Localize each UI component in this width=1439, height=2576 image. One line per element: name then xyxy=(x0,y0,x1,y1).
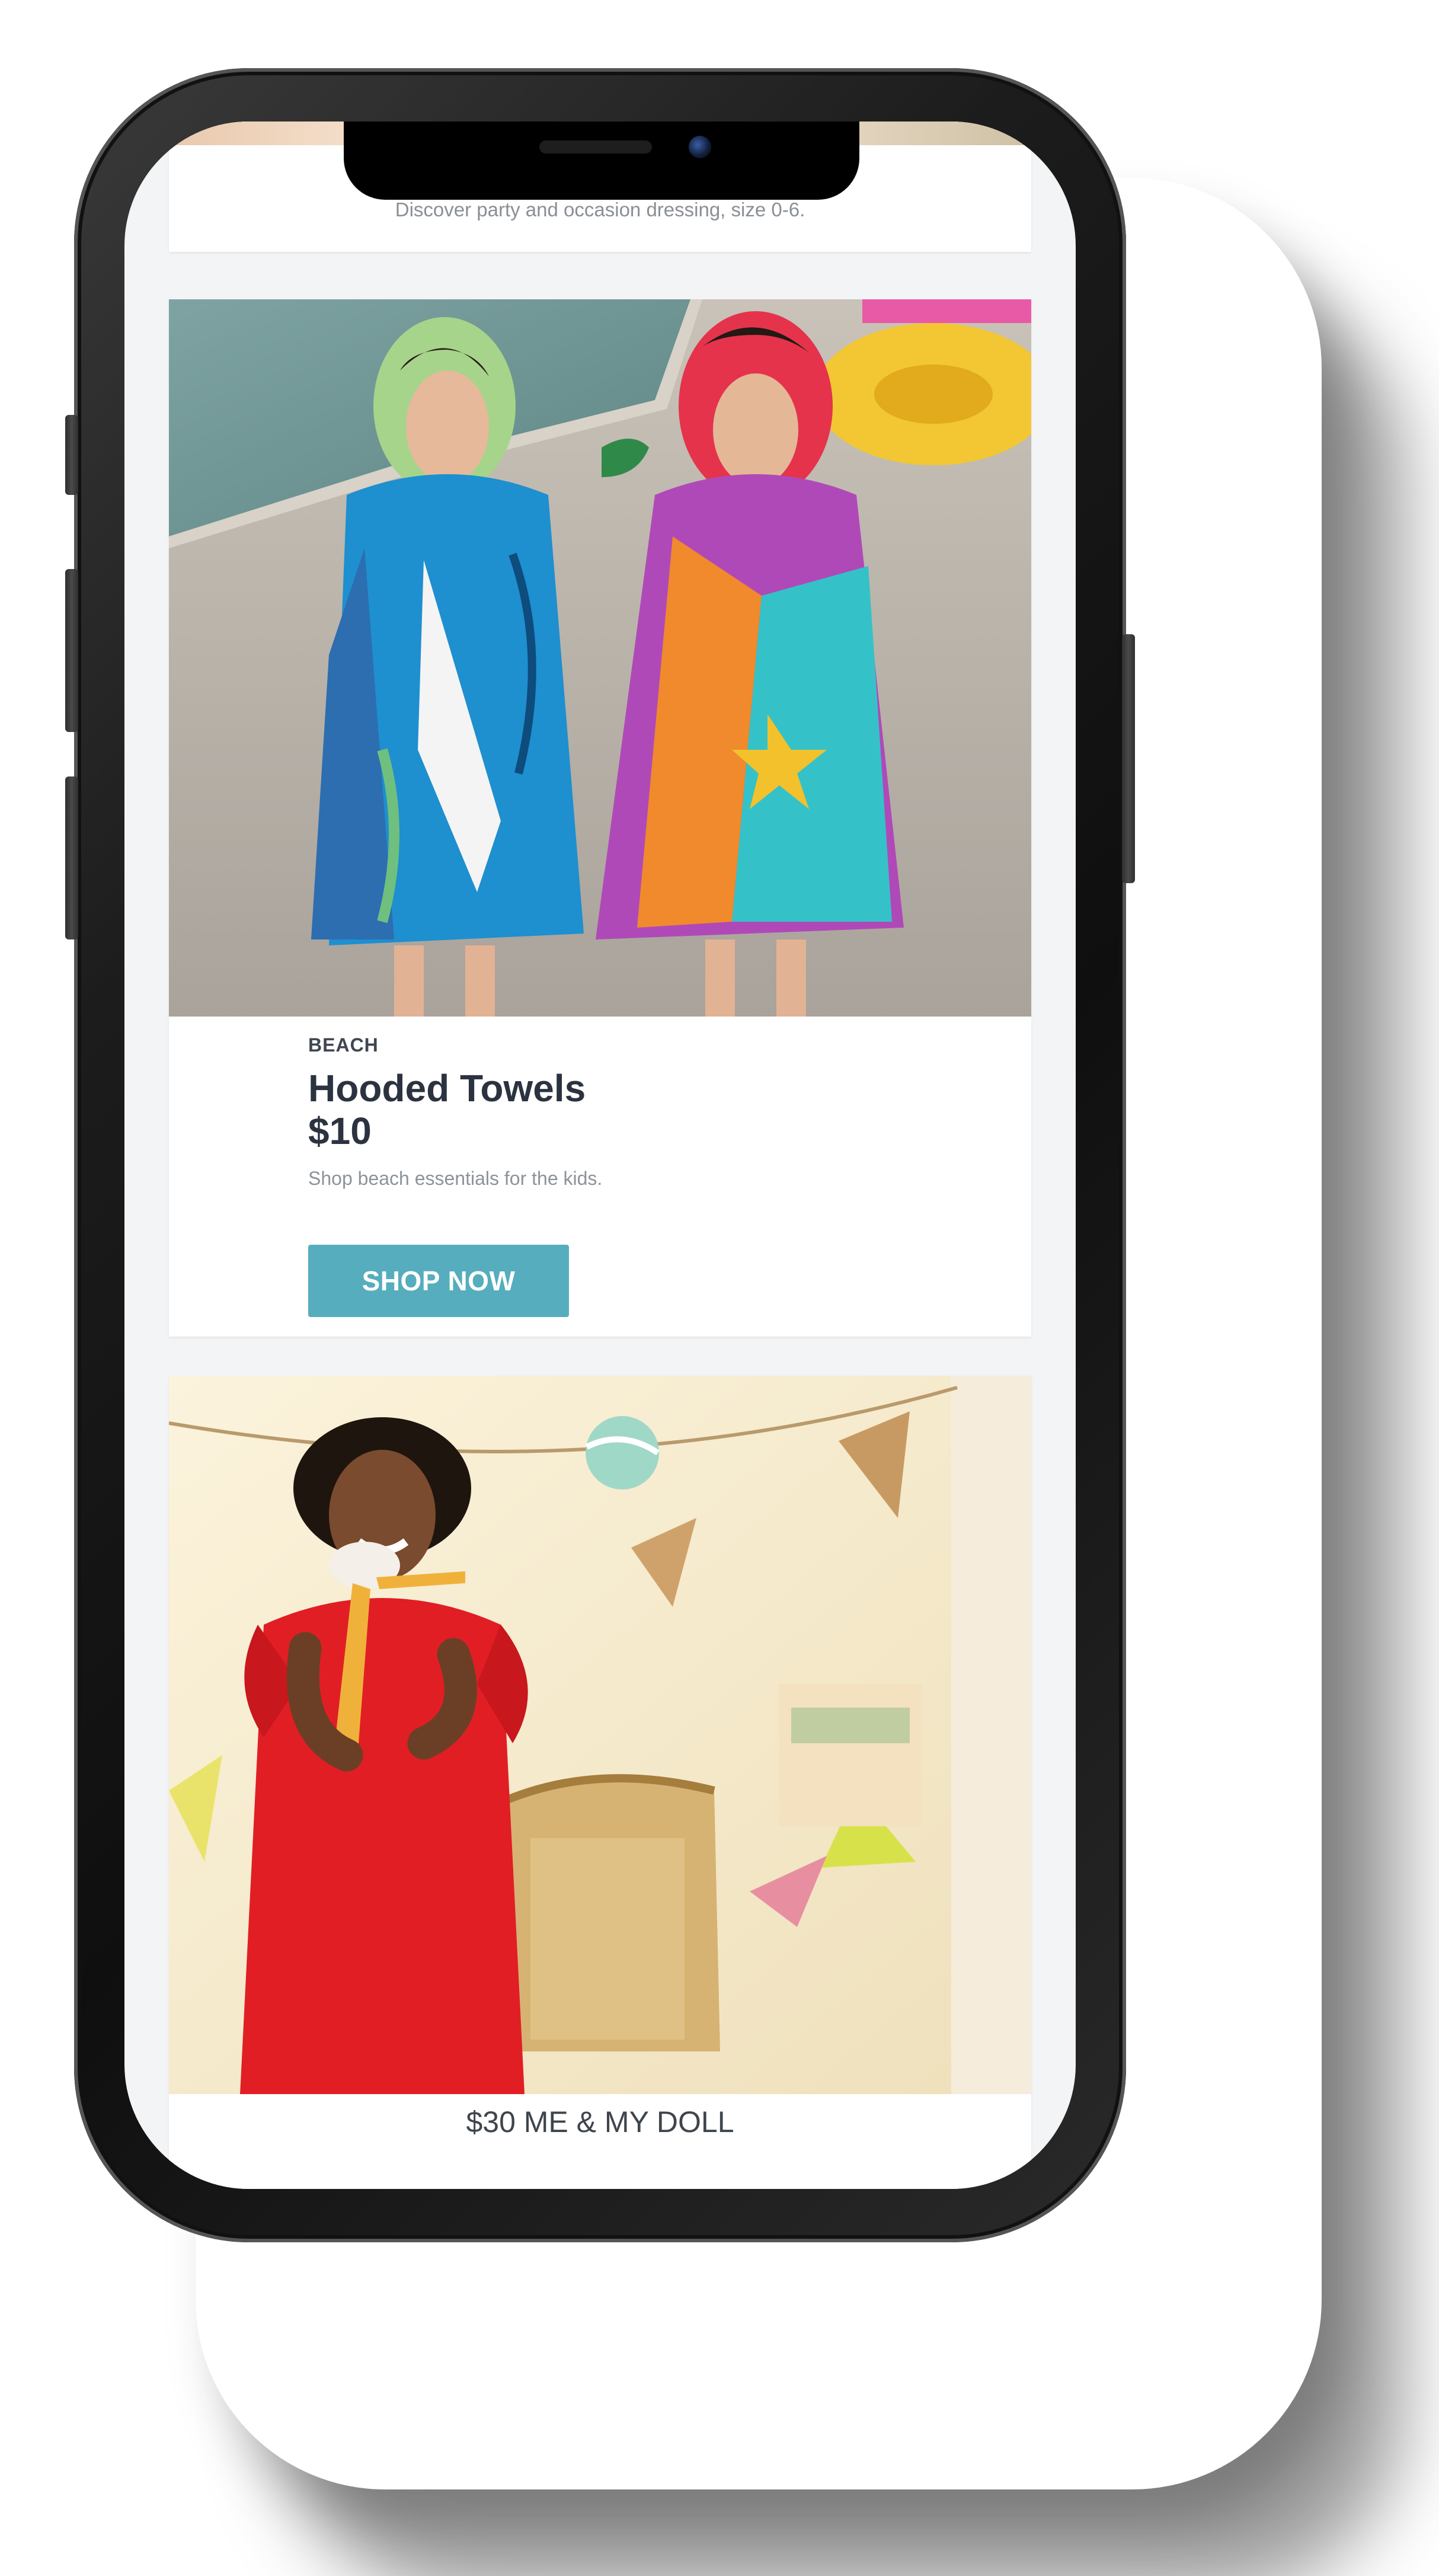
hooded-towels-card: BEACH Hooded Towels $10 Shop beach essen… xyxy=(169,299,1031,1337)
me-and-my-doll-card: $30 ME & MY DOLL xyxy=(169,1376,1031,2189)
product-price: $10 xyxy=(308,1110,372,1152)
towels-text-block: BEACH Hooded Towels $10 Shop beach essen… xyxy=(308,1034,602,1190)
shop-now-button[interactable]: SHOP NOW xyxy=(308,1245,569,1317)
earpiece-speaker xyxy=(539,140,652,154)
product-title[interactable]: Hooded Towels xyxy=(308,1067,602,1110)
doll-caption[interactable]: $30 ME & MY DOLL xyxy=(169,2105,1031,2139)
doll-dress-illustration xyxy=(169,1376,1031,2094)
product-description: Shop beach essentials for the kids. xyxy=(308,1168,603,1189)
silent-switch xyxy=(65,415,78,495)
hooded-towels-illustration xyxy=(169,299,1031,1017)
volume-up-button xyxy=(65,569,78,732)
category-label: BEACH xyxy=(308,1034,379,1056)
phone-screen[interactable]: Discover party and occasion dressing, si… xyxy=(124,122,1076,2189)
doll-dress-image[interactable] xyxy=(169,1376,1031,2094)
volume-down-button xyxy=(65,776,78,939)
front-camera-icon xyxy=(689,136,711,158)
occasion-caption: Discover party and occasion dressing, si… xyxy=(395,199,805,220)
power-button xyxy=(1122,634,1135,883)
hooded-towels-image[interactable] xyxy=(169,299,1031,1017)
notch xyxy=(344,122,859,200)
